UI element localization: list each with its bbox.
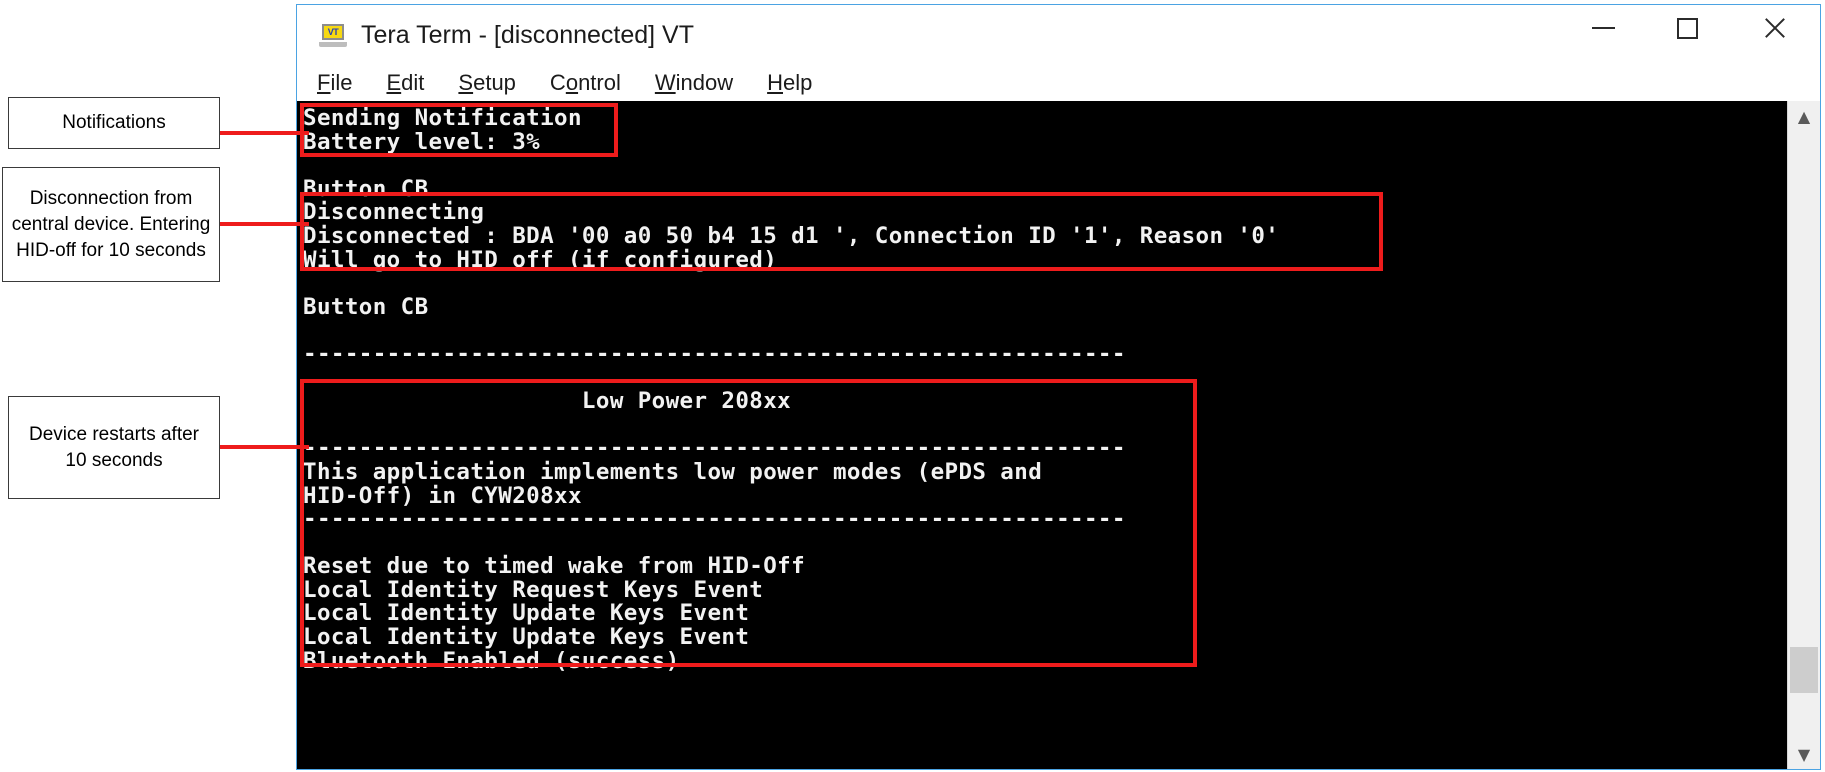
- annotation-restart-label: Device restarts after 10 seconds: [29, 423, 199, 471]
- terminal-output[interactable]: Sending Notification Battery level: 3% But…: [297, 101, 1787, 769]
- terminal-line: Button CB: [303, 175, 429, 202]
- terminal-line: Reset due to timed wake from HID-Off: [303, 553, 806, 580]
- teraterm-vt-icon-label: VT: [322, 24, 344, 40]
- tera-term-window: VT Tera Term - [disconnected] VT File Ed…: [296, 4, 1821, 770]
- chevron-down-icon[interactable]: ▼: [1788, 739, 1820, 769]
- terminal-scrollbar[interactable]: ▲ ▼: [1787, 101, 1820, 769]
- close-icon: [1762, 15, 1788, 41]
- terminal-line: HID-Off) in CYW208xx: [303, 482, 582, 509]
- terminal-line: Disconnected : BDA '00 a0 50 b4 15 d1 ',…: [303, 222, 1280, 249]
- menu-item-help[interactable]: Help: [763, 70, 816, 96]
- terminal-line: ----------------------------------------…: [303, 340, 1126, 367]
- menu-item-file[interactable]: File: [313, 70, 356, 96]
- window-title: Tera Term - [disconnected] VT: [361, 20, 695, 49]
- menu-bar: File Edit Setup Control Window Help: [297, 65, 1820, 101]
- teraterm-vt-icon: VT: [319, 23, 347, 47]
- terminal-line: Local Identity Request Keys Event: [303, 576, 764, 603]
- terminal-area: Sending Notification Battery level: 3% But…: [297, 101, 1820, 769]
- terminal-line: Low Power 208xx: [303, 388, 792, 415]
- minimize-icon: [1591, 27, 1615, 29]
- annotation-disconnection: Disconnection from central device. Enter…: [2, 167, 220, 282]
- maximize-button[interactable]: [1656, 5, 1718, 51]
- terminal-line: This application implements low power mo…: [303, 458, 1043, 485]
- chevron-up-icon[interactable]: ▲: [1788, 101, 1820, 131]
- terminal-line: Will go to HID off (if configured): [303, 246, 778, 273]
- annotation-notifications: Notifications: [8, 97, 220, 149]
- leader-line-restart: [219, 445, 309, 449]
- menu-item-edit[interactable]: Edit: [382, 70, 428, 96]
- terminal-line: Disconnecting: [303, 199, 485, 226]
- minimize-button[interactable]: [1572, 5, 1634, 51]
- terminal-line: Sending Notification: [303, 105, 582, 131]
- terminal-line: Local Identity Update Keys Event: [303, 624, 750, 651]
- menu-item-window[interactable]: Window: [651, 70, 737, 96]
- scrollbar-thumb[interactable]: [1790, 647, 1818, 693]
- leader-line-notifications: [219, 131, 309, 135]
- terminal-text: Sending Notification Battery level: 3% But…: [303, 105, 1787, 674]
- terminal-line: ----------------------------------------…: [303, 435, 1126, 462]
- title-bar: VT Tera Term - [disconnected] VT: [297, 5, 1820, 65]
- terminal-line: Button CB: [303, 293, 429, 320]
- maximize-icon: [1676, 17, 1698, 39]
- teraterm-vt-icon-base: [319, 42, 347, 47]
- annotation-restart: Device restarts after 10 seconds: [8, 396, 220, 499]
- close-button[interactable]: [1744, 5, 1806, 51]
- terminal-line: Local Identity Update Keys Event: [303, 600, 750, 627]
- annotation-notifications-label: Notifications: [62, 112, 166, 133]
- terminal-line: Bluetooth Enabled (success): [303, 647, 680, 674]
- terminal-line: ----------------------------------------…: [303, 506, 1126, 533]
- menu-item-control[interactable]: Control: [546, 70, 625, 96]
- menu-item-setup[interactable]: Setup: [454, 70, 520, 96]
- annotation-disconnection-label: Disconnection from central device. Enter…: [11, 187, 211, 261]
- terminal-line: Battery level: 3%: [303, 128, 541, 155]
- leader-line-disconnection: [219, 222, 309, 226]
